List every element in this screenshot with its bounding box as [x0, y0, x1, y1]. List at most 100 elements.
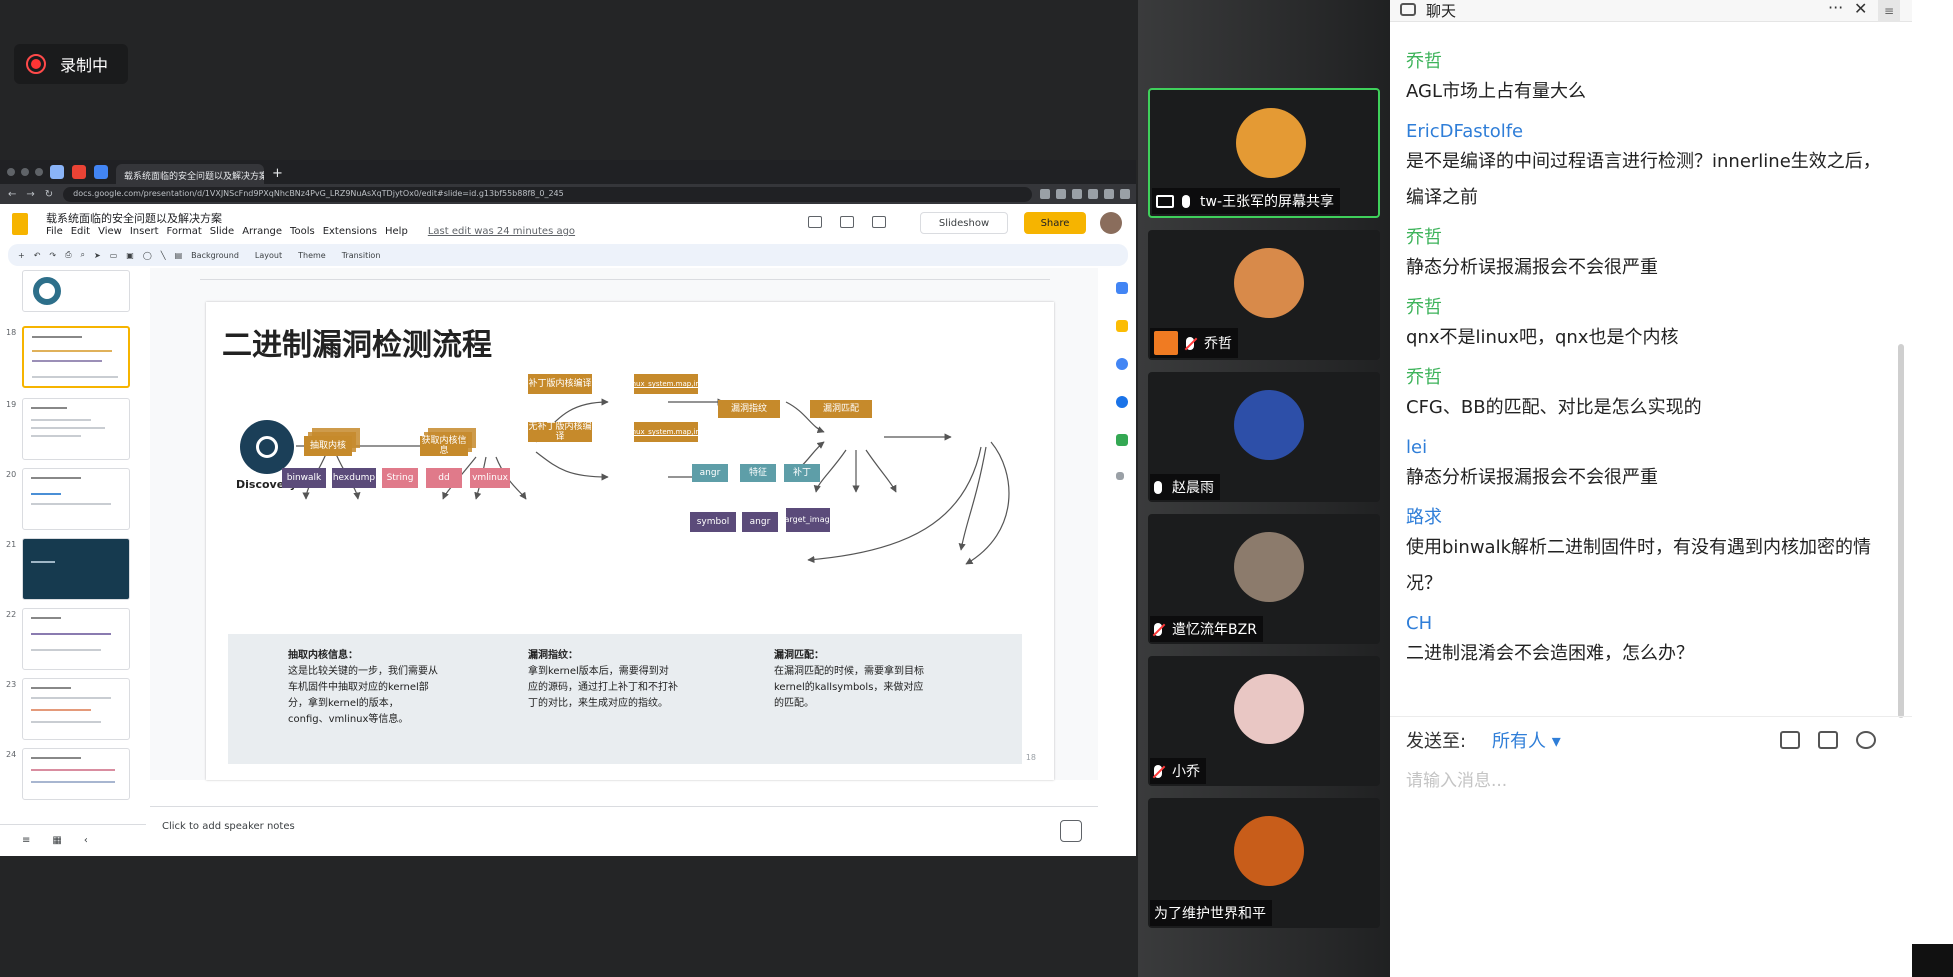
- menu-slide[interactable]: Slide: [210, 226, 234, 237]
- more-options-icon[interactable]: ···: [1828, 0, 1843, 17]
- print-icon[interactable]: ⎙: [65, 250, 71, 260]
- user-avatar[interactable]: [1100, 212, 1122, 234]
- tasks-icon[interactable]: [1116, 358, 1128, 370]
- address-bar[interactable]: docs.google.com/presentation/d/1VXJNScFn…: [63, 186, 1032, 202]
- file-icon[interactable]: [1780, 731, 1800, 749]
- speaker-notes[interactable]: Click to add speaker notes: [150, 806, 1098, 846]
- slide-thumbnail[interactable]: 24: [6, 748, 130, 800]
- last-edit-link[interactable]: Last edit was 24 minutes ago: [428, 226, 575, 237]
- activity-icon[interactable]: [808, 216, 822, 228]
- chat-message-list[interactable]: 乔哲 AGL市场上占有量大么 EricDFastolfe 是不是编译的中间过程语言进行…: [1406, 40, 1896, 672]
- video-tile[interactable]: 赵晨雨: [1148, 372, 1380, 502]
- menu-edit[interactable]: Edit: [71, 226, 90, 237]
- keep-icon[interactable]: [1116, 320, 1128, 332]
- slideshow-button[interactable]: Slideshow: [920, 212, 1008, 234]
- user-icon[interactable]: [1856, 731, 1876, 749]
- extension-icons: [1040, 189, 1136, 199]
- line-icon[interactable]: ╲: [161, 251, 166, 260]
- share-button[interactable]: Share: [1024, 212, 1086, 234]
- image-icon[interactable]: ▣: [126, 251, 134, 260]
- recipient-dropdown[interactable]: 所有人 ▾: [1492, 727, 1561, 753]
- reload-icon[interactable]: ↻: [45, 189, 53, 200]
- extension-icon[interactable]: [1056, 189, 1066, 199]
- comments-icon[interactable]: [840, 216, 854, 228]
- participant-name: 赵晨雨: [1172, 480, 1214, 496]
- forward-icon[interactable]: →: [26, 189, 34, 200]
- menu-tools[interactable]: Tools: [290, 226, 315, 237]
- slide-thumbnail[interactable]: 22: [6, 608, 130, 670]
- textbox-icon[interactable]: ▭: [110, 251, 118, 260]
- theme-button[interactable]: Theme: [298, 251, 326, 260]
- window-close-dot[interactable]: [7, 168, 15, 176]
- undo-icon[interactable]: ↶: [34, 251, 41, 260]
- chat-scrollbar[interactable]: [1898, 344, 1904, 718]
- extension-icon[interactable]: [1040, 189, 1050, 199]
- extension-icon[interactable]: [1088, 189, 1098, 199]
- zoom-icon[interactable]: ⌕: [81, 250, 85, 260]
- right-edge-strip: [1912, 0, 1953, 977]
- chat-sender: 乔哲: [1406, 367, 1442, 388]
- slide-thumbnail[interactable]: 18: [6, 326, 130, 388]
- active-browser-tab[interactable]: 载系统面临的安全问题以及解决方案: [116, 164, 264, 184]
- extension-icon[interactable]: [1120, 189, 1130, 199]
- slides-logo-icon[interactable]: [12, 213, 28, 235]
- video-tile[interactable]: tw-王张军的屏幕共享: [1148, 88, 1380, 218]
- menu-file[interactable]: File: [46, 226, 63, 237]
- add-addon-icon[interactable]: [1116, 472, 1124, 480]
- extension-icon[interactable]: [1104, 189, 1114, 199]
- window-maximize-dot[interactable]: [35, 168, 43, 176]
- video-tile[interactable]: 小乔: [1148, 656, 1380, 786]
- menu-view[interactable]: View: [98, 226, 122, 237]
- menu-extensions[interactable]: Extensions: [323, 226, 377, 237]
- list-view-icon[interactable]: ≡: [22, 835, 30, 846]
- current-slide[interactable]: 二进制漏洞检测流程 Discovery 抽取内核 获取内核信息 补丁版内核编译 …: [206, 302, 1054, 780]
- collapse-filmstrip-icon[interactable]: ‹: [84, 835, 88, 846]
- new-slide-icon[interactable]: +: [18, 251, 25, 260]
- extension-icon[interactable]: [1072, 189, 1082, 199]
- grid-view-icon[interactable]: ▦: [52, 835, 61, 846]
- message-input[interactable]: [1406, 761, 1886, 801]
- layout-button[interactable]: Layout: [255, 251, 282, 260]
- pinned-tab-icon[interactable]: [94, 165, 108, 179]
- menu-insert[interactable]: Insert: [130, 226, 159, 237]
- slide-canvas[interactable]: 二进制漏洞检测流程 Discovery 抽取内核 获取内核信息 补丁版内核编译 …: [150, 268, 1098, 780]
- new-tab-button[interactable]: +: [272, 166, 283, 181]
- chat-sender: 乔哲: [1406, 297, 1442, 318]
- menu-help[interactable]: Help: [385, 226, 408, 237]
- redo-icon[interactable]: ↷: [49, 251, 56, 260]
- maps-icon[interactable]: [1116, 434, 1128, 446]
- slide-thumbnail[interactable]: 21: [6, 538, 130, 600]
- meet-icon[interactable]: [872, 216, 886, 228]
- video-gallery: tw-王张军的屏幕共享 乔哲 赵晨雨 遣忆流年BZR 小乔 为了维护世界和平: [1138, 0, 1390, 977]
- close-icon[interactable]: ✕: [1854, 0, 1867, 18]
- select-icon[interactable]: ➤: [94, 251, 101, 260]
- window-minimize-dot[interactable]: [21, 168, 29, 176]
- explore-icon[interactable]: [1060, 820, 1082, 842]
- pinned-tab-icon[interactable]: [50, 165, 64, 179]
- document-title[interactable]: 载系统面临的安全问题以及解决方案: [46, 210, 222, 226]
- participant-name: 遣忆流年BZR: [1172, 622, 1257, 638]
- video-tile[interactable]: 遣忆流年BZR: [1148, 514, 1380, 644]
- transition-button[interactable]: Transition: [342, 251, 381, 260]
- comment-icon[interactable]: ▤: [175, 251, 183, 260]
- menu-format[interactable]: Format: [167, 226, 202, 237]
- background-button[interactable]: Background: [191, 251, 239, 260]
- video-tile[interactable]: 乔哲: [1148, 230, 1380, 360]
- slide-thumbnail[interactable]: 19: [6, 398, 130, 460]
- video-tile[interactable]: 为了维护世界和平: [1148, 798, 1380, 928]
- contacts-icon[interactable]: [1116, 396, 1128, 408]
- slide-thumbnail[interactable]: [6, 270, 130, 312]
- chat-message-text: 静态分析误报漏报会不会很严重: [1406, 467, 1658, 488]
- chat-sender: EricDFastolfe: [1406, 121, 1524, 142]
- screenshot-icon[interactable]: [1818, 731, 1838, 749]
- slide-notes-box: 抽取内核信息： 这是比较关键的一步，我们需要从车机固件中抽取对应的kernel部…: [228, 634, 1022, 764]
- calendar-icon[interactable]: [1116, 282, 1128, 294]
- gmail-tab-icon[interactable]: [72, 165, 86, 179]
- shape-icon[interactable]: ◯: [143, 251, 152, 260]
- slide-thumbnail[interactable]: 23: [6, 678, 130, 740]
- slide-thumbnail[interactable]: 20: [6, 468, 130, 530]
- back-icon[interactable]: ←: [8, 189, 16, 200]
- recording-badge[interactable]: 录制中: [14, 44, 128, 84]
- menu-arrange[interactable]: Arrange: [242, 226, 282, 237]
- menu-icon[interactable]: ≡: [1878, 0, 1900, 22]
